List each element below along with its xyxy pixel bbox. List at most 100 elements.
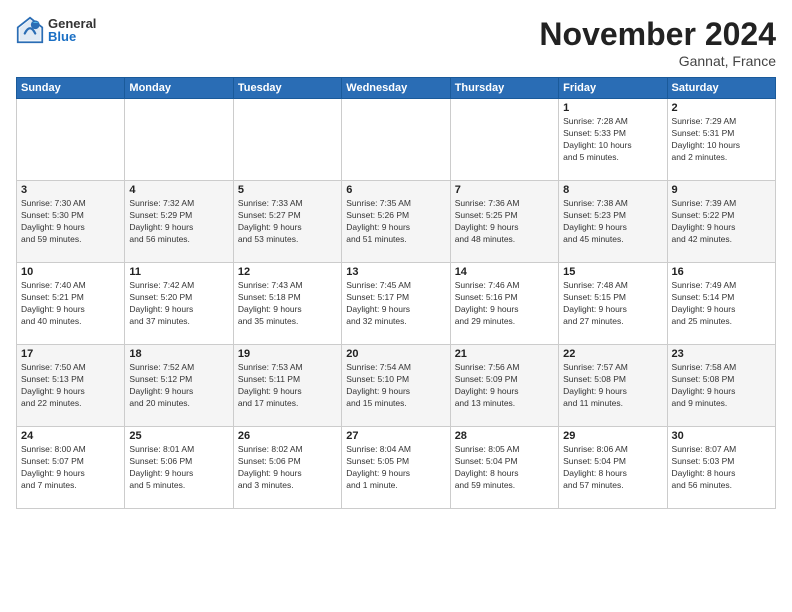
day-info: Sunrise: 7:56 AM Sunset: 5:09 PM Dayligh… <box>455 362 554 410</box>
day-info: Sunrise: 7:28 AM Sunset: 5:33 PM Dayligh… <box>563 116 662 164</box>
day-cell: 26 Sunrise: 8:02 AM Sunset: 5:06 PM Dayli… <box>233 427 341 509</box>
day-cell: 19 Sunrise: 7:53 AM Sunset: 5:11 PM Dayli… <box>233 345 341 427</box>
day-info: Sunrise: 8:06 AM Sunset: 5:04 PM Dayligh… <box>563 444 662 492</box>
day-number: 11 <box>129 266 228 278</box>
day-info: Sunrise: 7:53 AM Sunset: 5:11 PM Dayligh… <box>238 362 337 410</box>
day-number: 27 <box>346 430 445 442</box>
week-row-1: 3 Sunrise: 7:30 AM Sunset: 5:30 PM Daylig… <box>17 181 776 263</box>
day-info: Sunrise: 7:58 AM Sunset: 5:08 PM Dayligh… <box>672 362 771 410</box>
day-cell: 22Sunrise: 7:57 AM Sunset: 5:08 PM Dayli… <box>559 345 667 427</box>
day-number: 19 <box>238 348 337 360</box>
day-info: Sunrise: 7:40 AM Sunset: 5:21 PM Dayligh… <box>21 280 120 328</box>
title-block: November 2024 Gannat, France <box>539 16 776 69</box>
day-cell: 4 Sunrise: 7:32 AM Sunset: 5:29 PM Daylig… <box>125 181 233 263</box>
day-cell: 1 Sunrise: 7:28 AM Sunset: 5:33 PM Daylig… <box>559 99 667 181</box>
day-cell <box>342 99 450 181</box>
day-info: Sunrise: 7:36 AM Sunset: 5:25 PM Dayligh… <box>455 198 554 246</box>
header-wednesday: Wednesday <box>342 78 450 99</box>
day-info: Sunrise: 7:45 AM Sunset: 5:17 PM Dayligh… <box>346 280 445 328</box>
day-cell: 27 Sunrise: 8:04 AM Sunset: 5:05 PM Dayli… <box>342 427 450 509</box>
day-number: 13 <box>346 266 445 278</box>
header-monday: Monday <box>125 78 233 99</box>
day-cell: 12Sunrise: 7:43 AM Sunset: 5:18 PM Dayli… <box>233 263 341 345</box>
day-number: 15 <box>563 266 662 278</box>
day-info: Sunrise: 7:48 AM Sunset: 5:15 PM Dayligh… <box>563 280 662 328</box>
header-row: Sunday Monday Tuesday Wednesday Thursday… <box>17 78 776 99</box>
day-number: 14 <box>455 266 554 278</box>
week-row-0: 1 Sunrise: 7:28 AM Sunset: 5:33 PM Daylig… <box>17 99 776 181</box>
day-info: Sunrise: 7:46 AM Sunset: 5:16 PM Dayligh… <box>455 280 554 328</box>
day-number: 18 <box>129 348 228 360</box>
day-info: Sunrise: 8:07 AM Sunset: 5:03 PM Dayligh… <box>672 444 771 492</box>
day-info: Sunrise: 7:42 AM Sunset: 5:20 PM Dayligh… <box>129 280 228 328</box>
day-cell: 2Sunrise: 7:29 AM Sunset: 5:31 PM Daylig… <box>667 99 775 181</box>
day-info: Sunrise: 8:04 AM Sunset: 5:05 PM Dayligh… <box>346 444 445 492</box>
day-number: 8 <box>563 184 662 196</box>
day-info: Sunrise: 7:49 AM Sunset: 5:14 PM Dayligh… <box>672 280 771 328</box>
logo: General Blue <box>16 16 96 44</box>
day-cell: 10 Sunrise: 7:40 AM Sunset: 5:21 PM Dayli… <box>17 263 125 345</box>
day-number: 28 <box>455 430 554 442</box>
day-cell: 24 Sunrise: 8:00 AM Sunset: 5:07 PM Dayli… <box>17 427 125 509</box>
day-number: 4 <box>129 184 228 196</box>
day-info: Sunrise: 7:50 AM Sunset: 5:13 PM Dayligh… <box>21 362 120 410</box>
day-info: Sunrise: 7:57 AM Sunset: 5:08 PM Dayligh… <box>563 362 662 410</box>
title-month: November 2024 <box>539 16 776 53</box>
day-cell: 25Sunrise: 8:01 AM Sunset: 5:06 PM Dayli… <box>125 427 233 509</box>
day-info: Sunrise: 8:05 AM Sunset: 5:04 PM Dayligh… <box>455 444 554 492</box>
day-number: 26 <box>238 430 337 442</box>
day-number: 7 <box>455 184 554 196</box>
day-cell <box>17 99 125 181</box>
day-cell: 3 Sunrise: 7:30 AM Sunset: 5:30 PM Daylig… <box>17 181 125 263</box>
day-info: Sunrise: 8:01 AM Sunset: 5:06 PM Dayligh… <box>129 444 228 492</box>
week-row-3: 17 Sunrise: 7:50 AM Sunset: 5:13 PM Dayli… <box>17 345 776 427</box>
day-number: 23 <box>672 348 771 360</box>
day-cell: 11 Sunrise: 7:42 AM Sunset: 5:20 PM Dayli… <box>125 263 233 345</box>
day-cell: 29 Sunrise: 8:06 AM Sunset: 5:04 PM Dayli… <box>559 427 667 509</box>
logo-icon <box>16 16 44 44</box>
day-number: 10 <box>21 266 120 278</box>
day-info: Sunrise: 7:54 AM Sunset: 5:10 PM Dayligh… <box>346 362 445 410</box>
day-cell: 15 Sunrise: 7:48 AM Sunset: 5:15 PM Dayli… <box>559 263 667 345</box>
header-thursday: Thursday <box>450 78 558 99</box>
day-cell: 14 Sunrise: 7:46 AM Sunset: 5:16 PM Dayli… <box>450 263 558 345</box>
day-number: 5 <box>238 184 337 196</box>
day-cell: 21Sunrise: 7:56 AM Sunset: 5:09 PM Dayli… <box>450 345 558 427</box>
day-cell: 5 Sunrise: 7:33 AM Sunset: 5:27 PM Daylig… <box>233 181 341 263</box>
calendar-body: 1 Sunrise: 7:28 AM Sunset: 5:33 PM Daylig… <box>17 99 776 509</box>
day-number: 17 <box>21 348 120 360</box>
day-number: 16 <box>672 266 771 278</box>
logo-text: General Blue <box>48 17 96 43</box>
day-cell: 20Sunrise: 7:54 AM Sunset: 5:10 PM Dayli… <box>342 345 450 427</box>
header: General Blue November 2024 Gannat, Franc… <box>16 16 776 69</box>
page: General Blue November 2024 Gannat, Franc… <box>0 0 792 612</box>
day-number: 9 <box>672 184 771 196</box>
day-info: Sunrise: 7:43 AM Sunset: 5:18 PM Dayligh… <box>238 280 337 328</box>
calendar: Sunday Monday Tuesday Wednesday Thursday… <box>16 77 776 509</box>
day-cell: 17 Sunrise: 7:50 AM Sunset: 5:13 PM Dayli… <box>17 345 125 427</box>
day-number: 3 <box>21 184 120 196</box>
day-info: Sunrise: 7:35 AM Sunset: 5:26 PM Dayligh… <box>346 198 445 246</box>
day-number: 29 <box>563 430 662 442</box>
day-info: Sunrise: 7:52 AM Sunset: 5:12 PM Dayligh… <box>129 362 228 410</box>
day-cell <box>450 99 558 181</box>
day-number: 2 <box>672 102 771 114</box>
day-cell <box>233 99 341 181</box>
header-sunday: Sunday <box>17 78 125 99</box>
day-info: Sunrise: 8:02 AM Sunset: 5:06 PM Dayligh… <box>238 444 337 492</box>
day-cell: 7 Sunrise: 7:36 AM Sunset: 5:25 PM Daylig… <box>450 181 558 263</box>
day-cell: 18 Sunrise: 7:52 AM Sunset: 5:12 PM Dayli… <box>125 345 233 427</box>
day-info: Sunrise: 7:30 AM Sunset: 5:30 PM Dayligh… <box>21 198 120 246</box>
day-info: Sunrise: 7:33 AM Sunset: 5:27 PM Dayligh… <box>238 198 337 246</box>
header-saturday: Saturday <box>667 78 775 99</box>
day-cell: 13 Sunrise: 7:45 AM Sunset: 5:17 PM Dayli… <box>342 263 450 345</box>
day-number: 1 <box>563 102 662 114</box>
day-cell: 9Sunrise: 7:39 AM Sunset: 5:22 PM Daylig… <box>667 181 775 263</box>
day-number: 24 <box>21 430 120 442</box>
day-info: Sunrise: 8:00 AM Sunset: 5:07 PM Dayligh… <box>21 444 120 492</box>
day-number: 30 <box>672 430 771 442</box>
day-cell: 30 Sunrise: 8:07 AM Sunset: 5:03 PM Dayli… <box>667 427 775 509</box>
week-row-2: 10 Sunrise: 7:40 AM Sunset: 5:21 PM Dayli… <box>17 263 776 345</box>
day-info: Sunrise: 7:32 AM Sunset: 5:29 PM Dayligh… <box>129 198 228 246</box>
day-cell <box>125 99 233 181</box>
